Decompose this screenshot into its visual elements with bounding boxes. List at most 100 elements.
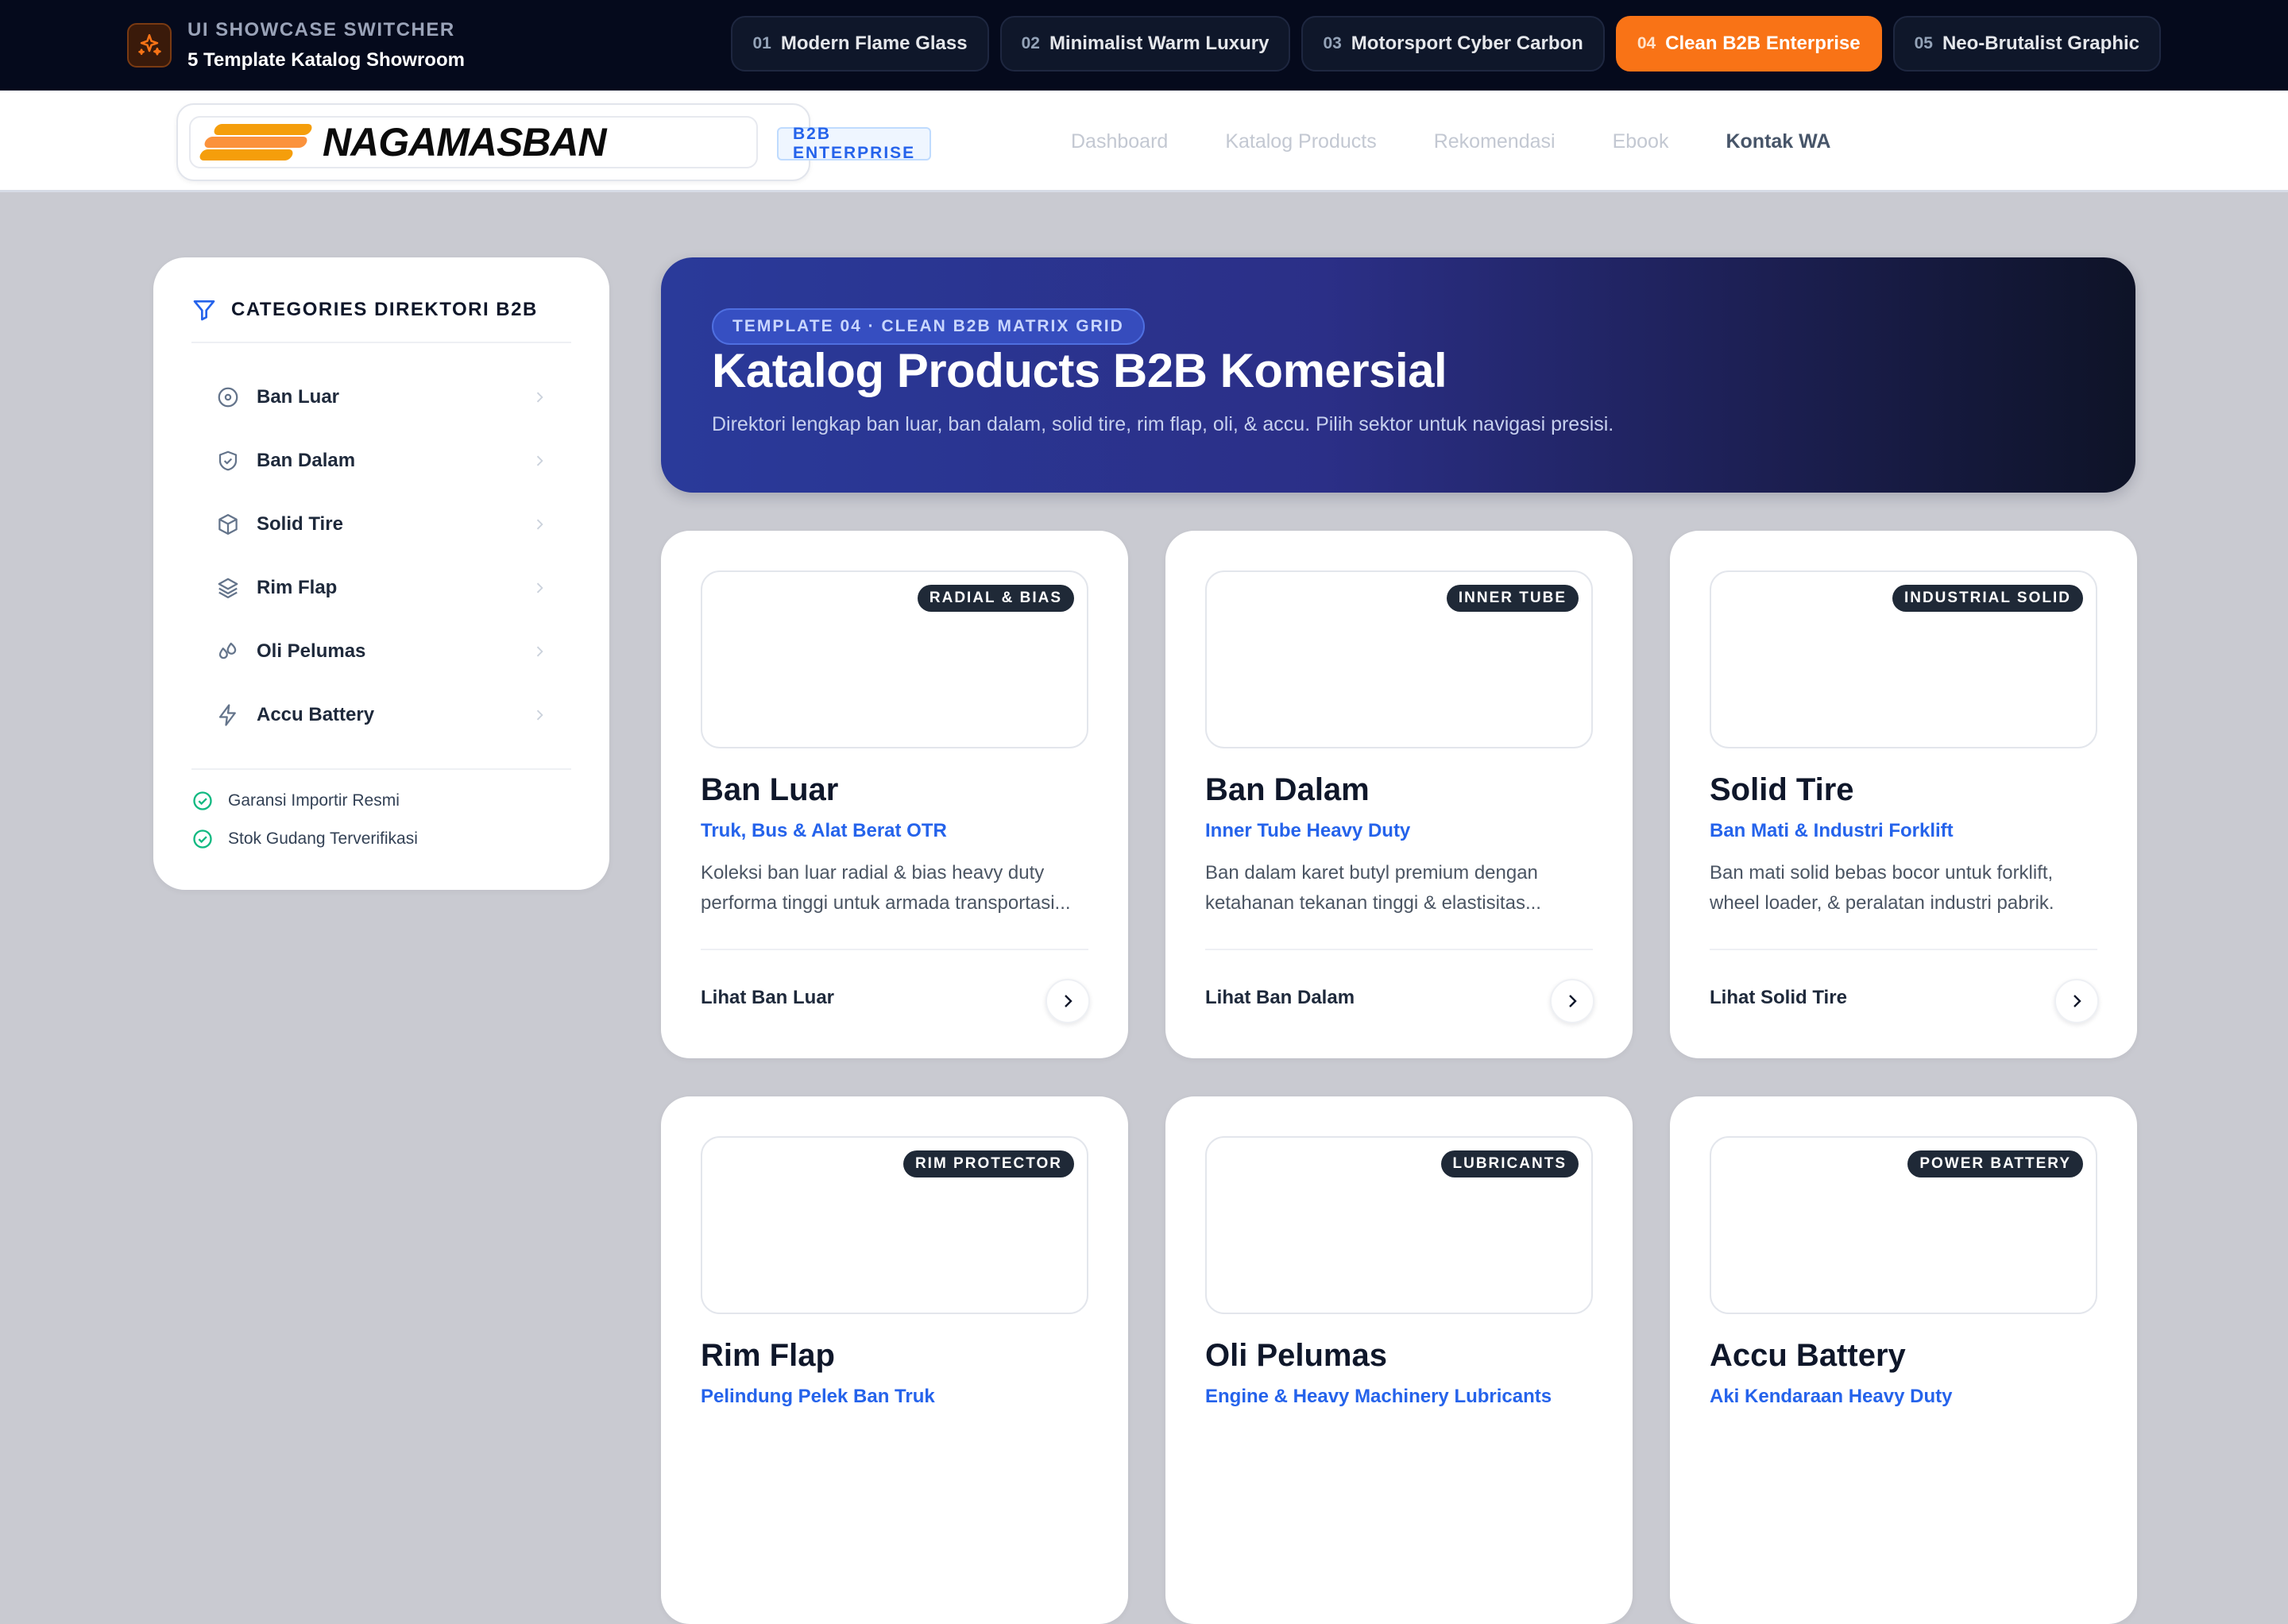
card-image-placeholder: INDUSTRIAL SOLID <box>1710 570 2097 748</box>
sidebar-item-label: Ban Dalam <box>257 450 356 471</box>
sidebar-item-label: Oli Pelumas <box>257 640 366 662</box>
card-image-placeholder: RIM PROTECTOR <box>701 1136 1088 1314</box>
card-link[interactable]: Lihat Solid Tire <box>1710 987 1847 1009</box>
sidebar-item-accu-battery[interactable]: Accu Battery <box>191 683 571 747</box>
chevron-right-icon <box>536 455 543 466</box>
card-image-placeholder: LUBRICANTS <box>1205 1136 1593 1314</box>
page-title: Katalog Products B2B Komersial <box>712 344 1447 397</box>
card-title: Ban Luar <box>701 772 839 807</box>
category-card-ban-luar[interactable]: RADIAL & BIAS Ban Luar Truk, Bus & Alat … <box>661 531 1128 1058</box>
card-link[interactable]: Lihat Ban Luar <box>701 987 834 1009</box>
switcher-eyebrow: UI SHOWCASE SWITCHER <box>187 19 455 41</box>
sidebar-item-ban-dalam[interactable]: Ban Dalam <box>191 429 571 493</box>
sidebar-item-rim-flap[interactable]: Rim Flap <box>191 556 571 620</box>
tab-label: Motorsport Cyber Carbon <box>1351 33 1583 54</box>
feature-garansi: Garansi Importir Resmi <box>191 790 400 812</box>
nav-kontak-wa[interactable]: Kontak WA <box>1726 130 1830 153</box>
category-card-ban-dalam[interactable]: INNER TUBE Ban Dalam Inner Tube Heavy Du… <box>1165 531 1633 1058</box>
brand-logo-box[interactable]: NAGAMASBAN B2B ENTERPRISE <box>176 103 932 181</box>
b2b-enterprise-badge: B2B ENTERPRISE <box>777 125 932 162</box>
tab-label: Modern Flame Glass <box>780 33 968 54</box>
card-subtitle: Inner Tube Heavy Duty <box>1205 820 1411 841</box>
card-badge: RIM PROTECTOR <box>902 1150 1074 1177</box>
card-subtitle: Truk, Bus & Alat Berat OTR <box>701 820 947 841</box>
brand-logo: NAGAMASBAN <box>189 116 758 168</box>
category-sidebar: CATEGORIES DIREKTORI B2B Ban Luar Ban Da… <box>153 257 609 890</box>
nav-katalog-products[interactable]: Katalog Products <box>1225 130 1376 153</box>
card-title: Solid Tire <box>1710 772 1854 807</box>
category-card-oli-pelumas[interactable]: LUBRICANTS Oli Pelumas Engine & Heavy Ma… <box>1165 1096 1633 1624</box>
template-tab-03[interactable]: 03 Motorsport Cyber Carbon <box>1301 16 1605 72</box>
sidebar-item-label: Accu Battery <box>257 704 375 725</box>
card-badge: LUBRICANTS <box>1440 1150 1579 1177</box>
logo-stripes-icon <box>198 122 315 162</box>
tab-label: Minimalist Warm Luxury <box>1049 33 1270 54</box>
main-nav: Dashboard Katalog Products Rekomendasi E… <box>1071 91 1888 192</box>
logo-wordmark: NAGAMASBAN <box>323 120 607 164</box>
sidebar-title-row: CATEGORIES DIREKTORI B2B <box>191 297 538 323</box>
card-subtitle: Ban Mati & Industri Forklift <box>1710 820 1954 841</box>
divider <box>1710 949 2097 950</box>
sidebar-item-label: Rim Flap <box>257 577 338 598</box>
category-card-solid-tire[interactable]: INDUSTRIAL SOLID Solid Tire Ban Mati & I… <box>1670 531 2137 1058</box>
card-title: Rim Flap <box>701 1338 835 1373</box>
chevron-right-icon[interactable] <box>1550 979 1594 1023</box>
card-link[interactable]: Lihat Ban Dalam <box>1205 987 1355 1009</box>
sidebar-item-label: Solid Tire <box>257 513 343 535</box>
card-badge: INNER TUBE <box>1446 585 1579 612</box>
check-circle-icon <box>193 829 212 849</box>
card-description: Ban dalam karet butyl premium dengan ket… <box>1205 862 1541 914</box>
hero-banner: TEMPLATE 04 · CLEAN B2B MATRIX GRID Kata… <box>661 257 2135 493</box>
card-title: Ban Dalam <box>1205 772 1370 807</box>
template-tab-02[interactable]: 02 Minimalist Warm Luxury <box>999 16 1291 72</box>
chevron-right-icon <box>536 710 543 721</box>
template-tag-pill: TEMPLATE 04 · CLEAN B2B MATRIX GRID <box>712 308 1145 345</box>
card-title: Oli Pelumas <box>1205 1338 1387 1373</box>
zap-icon <box>215 702 241 728</box>
tab-number: 05 <box>1914 34 1933 52</box>
page-subtitle: Direktori lengkap ban luar, ban dalam, s… <box>712 413 1614 435</box>
template-tab-04[interactable]: 04 Clean B2B Enterprise <box>1615 16 1882 72</box>
sparkles-icon <box>127 23 172 68</box>
category-card-rim-flap[interactable]: RIM PROTECTOR Rim Flap Pelindung Pelek B… <box>661 1096 1128 1624</box>
divider <box>191 342 571 343</box>
droplets-icon <box>215 639 241 664</box>
sidebar-item-label: Ban Luar <box>257 386 340 408</box>
check-circle-icon <box>193 791 212 810</box>
switcher-brand: UI SHOWCASE SWITCHER 5 Template Katalog … <box>127 19 465 72</box>
card-subtitle: Aki Kendaraan Heavy Duty <box>1710 1386 1953 1407</box>
disc-icon <box>215 385 241 410</box>
nav-rekomendasi[interactable]: Rekomendasi <box>1434 130 1556 153</box>
tab-label: Clean B2B Enterprise <box>1665 33 1861 54</box>
card-description: Ban mati solid bebas bocor untuk forklif… <box>1710 862 2054 914</box>
sidebar-item-oli-pelumas[interactable]: Oli Pelumas <box>191 620 571 683</box>
sidebar-title: CATEGORIES DIREKTORI B2B <box>231 299 538 320</box>
template-tab-05[interactable]: 05 Neo-Brutalist Graphic <box>1892 16 2161 72</box>
divider <box>1205 949 1593 950</box>
layers-icon <box>215 575 241 601</box>
divider <box>191 768 571 770</box>
category-card-accu-battery[interactable]: POWER BATTERY Accu Battery Aki Kendaraan… <box>1670 1096 2137 1624</box>
tab-number: 04 <box>1637 34 1656 52</box>
nav-dashboard[interactable]: Dashboard <box>1071 130 1168 153</box>
chevron-right-icon <box>536 392 543 403</box>
sidebar-item-solid-tire[interactable]: Solid Tire <box>191 493 571 556</box>
switcher-tabs: 01 Modern Flame Glass 02 Minimalist Warm… <box>720 16 2161 72</box>
feature-stok-gudang: Stok Gudang Terverifikasi <box>191 828 418 850</box>
nav-ebook[interactable]: Ebook <box>1613 130 1669 153</box>
chevron-right-icon[interactable] <box>2054 979 2099 1023</box>
card-subtitle: Pelindung Pelek Ban Truk <box>701 1386 935 1407</box>
tab-label: Neo-Brutalist Graphic <box>1942 33 2139 54</box>
switcher-title: 5 Template Katalog Showroom <box>187 49 465 71</box>
card-image-placeholder: RADIAL & BIAS <box>701 570 1088 748</box>
box-icon <box>215 512 241 537</box>
divider <box>701 949 1088 950</box>
feature-label: Stok Gudang Terverifikasi <box>228 829 418 848</box>
sidebar-item-ban-luar[interactable]: Ban Luar <box>191 365 571 429</box>
tab-number: 01 <box>752 34 771 52</box>
template-tab-01[interactable]: 01 Modern Flame Glass <box>731 16 989 72</box>
card-badge: RADIAL & BIAS <box>917 585 1074 612</box>
card-subtitle: Engine & Heavy Machinery Lubricants <box>1205 1386 1552 1407</box>
chevron-right-icon[interactable] <box>1045 979 1090 1023</box>
card-image-placeholder: POWER BATTERY <box>1710 1136 2097 1314</box>
